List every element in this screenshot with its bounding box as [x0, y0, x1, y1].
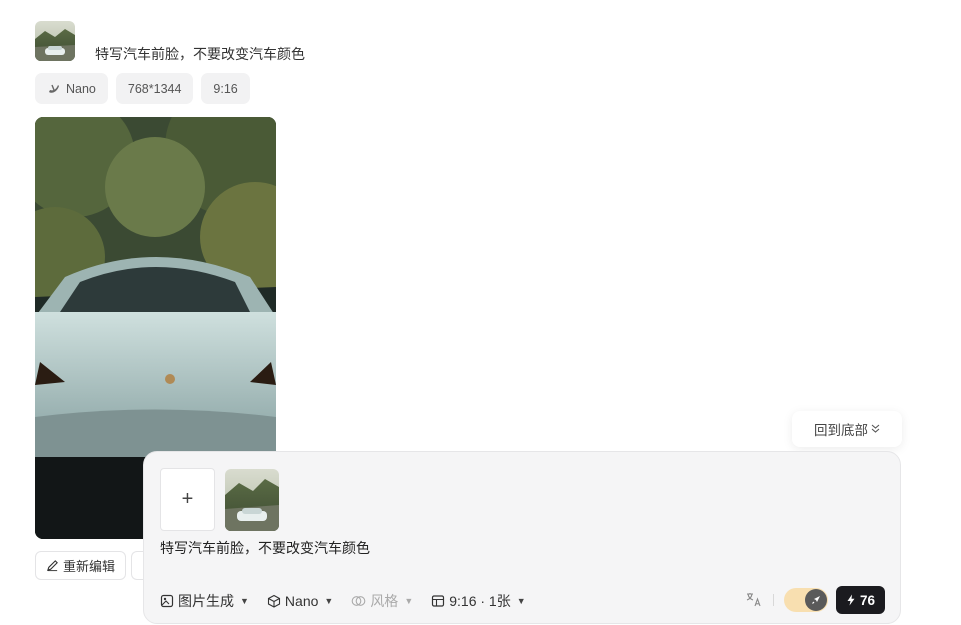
prompt-composer: + 特写汽车前脸，不要改变汽车颜色 图片生成 ▼ Nano ▼ 风格 ▼ 9:1…	[143, 451, 901, 624]
ratio-label: 9:16 · 1张	[449, 593, 511, 609]
model-label: Nano	[284, 593, 319, 609]
chevron-down-icon: ▼	[404, 596, 414, 606]
credits-count: 76	[859, 592, 875, 608]
generation-params: Nano 768*1344 9:16	[35, 73, 250, 104]
scroll-to-bottom-label: 回到底部	[814, 423, 868, 438]
image-gen-icon	[160, 594, 174, 608]
style-selector[interactable]: 风格 ▼	[351, 591, 413, 611]
composer-toolbar: 图片生成 ▼ Nano ▼ 风格 ▼ 9:16 · 1张 ▼	[160, 591, 526, 611]
reference-image	[225, 469, 279, 531]
rocket-icon	[812, 596, 820, 604]
lightning-icon	[847, 594, 855, 606]
message-prompt-text: 特写汽车前脸，不要改变汽车颜色	[95, 46, 305, 62]
chevron-down-icon: ▼	[240, 596, 249, 606]
ratio-tag: 9:16	[201, 73, 250, 104]
reference-image	[35, 21, 75, 61]
double-chevron-down-icon	[871, 424, 880, 433]
chevron-down-icon: ▼	[324, 596, 334, 606]
chevron-down-icon: ▼	[516, 596, 526, 606]
chat-page: 特写汽车前脸，不要改变汽车颜色 Nano 768*1344 9:16 重新编辑 …	[0, 0, 961, 625]
divider	[772, 594, 774, 606]
translate-icon[interactable]	[745, 591, 763, 609]
toggle-knob	[804, 589, 827, 611]
aspect-ratio-icon	[432, 595, 445, 607]
pencil-icon	[46, 560, 58, 572]
style-icon	[351, 596, 366, 606]
re-edit-button[interactable]: 重新编辑	[35, 551, 127, 580]
mode-label: 图片生成	[178, 593, 234, 609]
generate-button[interactable]: 76	[835, 586, 885, 614]
composer-right-tools: 76	[745, 586, 885, 614]
prompt-input[interactable]: 特写汽车前脸，不要改变汽车颜色	[160, 538, 370, 558]
add-reference-button[interactable]: +	[160, 468, 215, 531]
resolution-tag: 768*1344	[115, 73, 194, 104]
style-label: 风格	[370, 593, 399, 609]
model-tag: Nano	[35, 73, 108, 104]
banana-icon	[49, 84, 59, 93]
composer-reference-thumbnail[interactable]	[225, 469, 279, 531]
model-tag-label: Nano	[66, 81, 96, 96]
boost-toggle[interactable]	[783, 588, 828, 612]
mode-selector[interactable]: 图片生成 ▼	[160, 591, 249, 611]
message-reference-thumbnail[interactable]	[35, 21, 75, 61]
plus-icon: +	[181, 488, 194, 510]
ratio-selector[interactable]: 9:16 · 1张 ▼	[431, 591, 526, 611]
ratio-tag-label: 9:16	[213, 81, 238, 96]
cube-icon	[267, 594, 280, 608]
re-edit-label: 重新编辑	[63, 559, 116, 574]
model-selector[interactable]: Nano ▼	[267, 593, 333, 609]
resolution-tag-label: 768*1344	[127, 81, 182, 96]
scroll-to-bottom-button[interactable]: 回到底部	[792, 411, 902, 447]
